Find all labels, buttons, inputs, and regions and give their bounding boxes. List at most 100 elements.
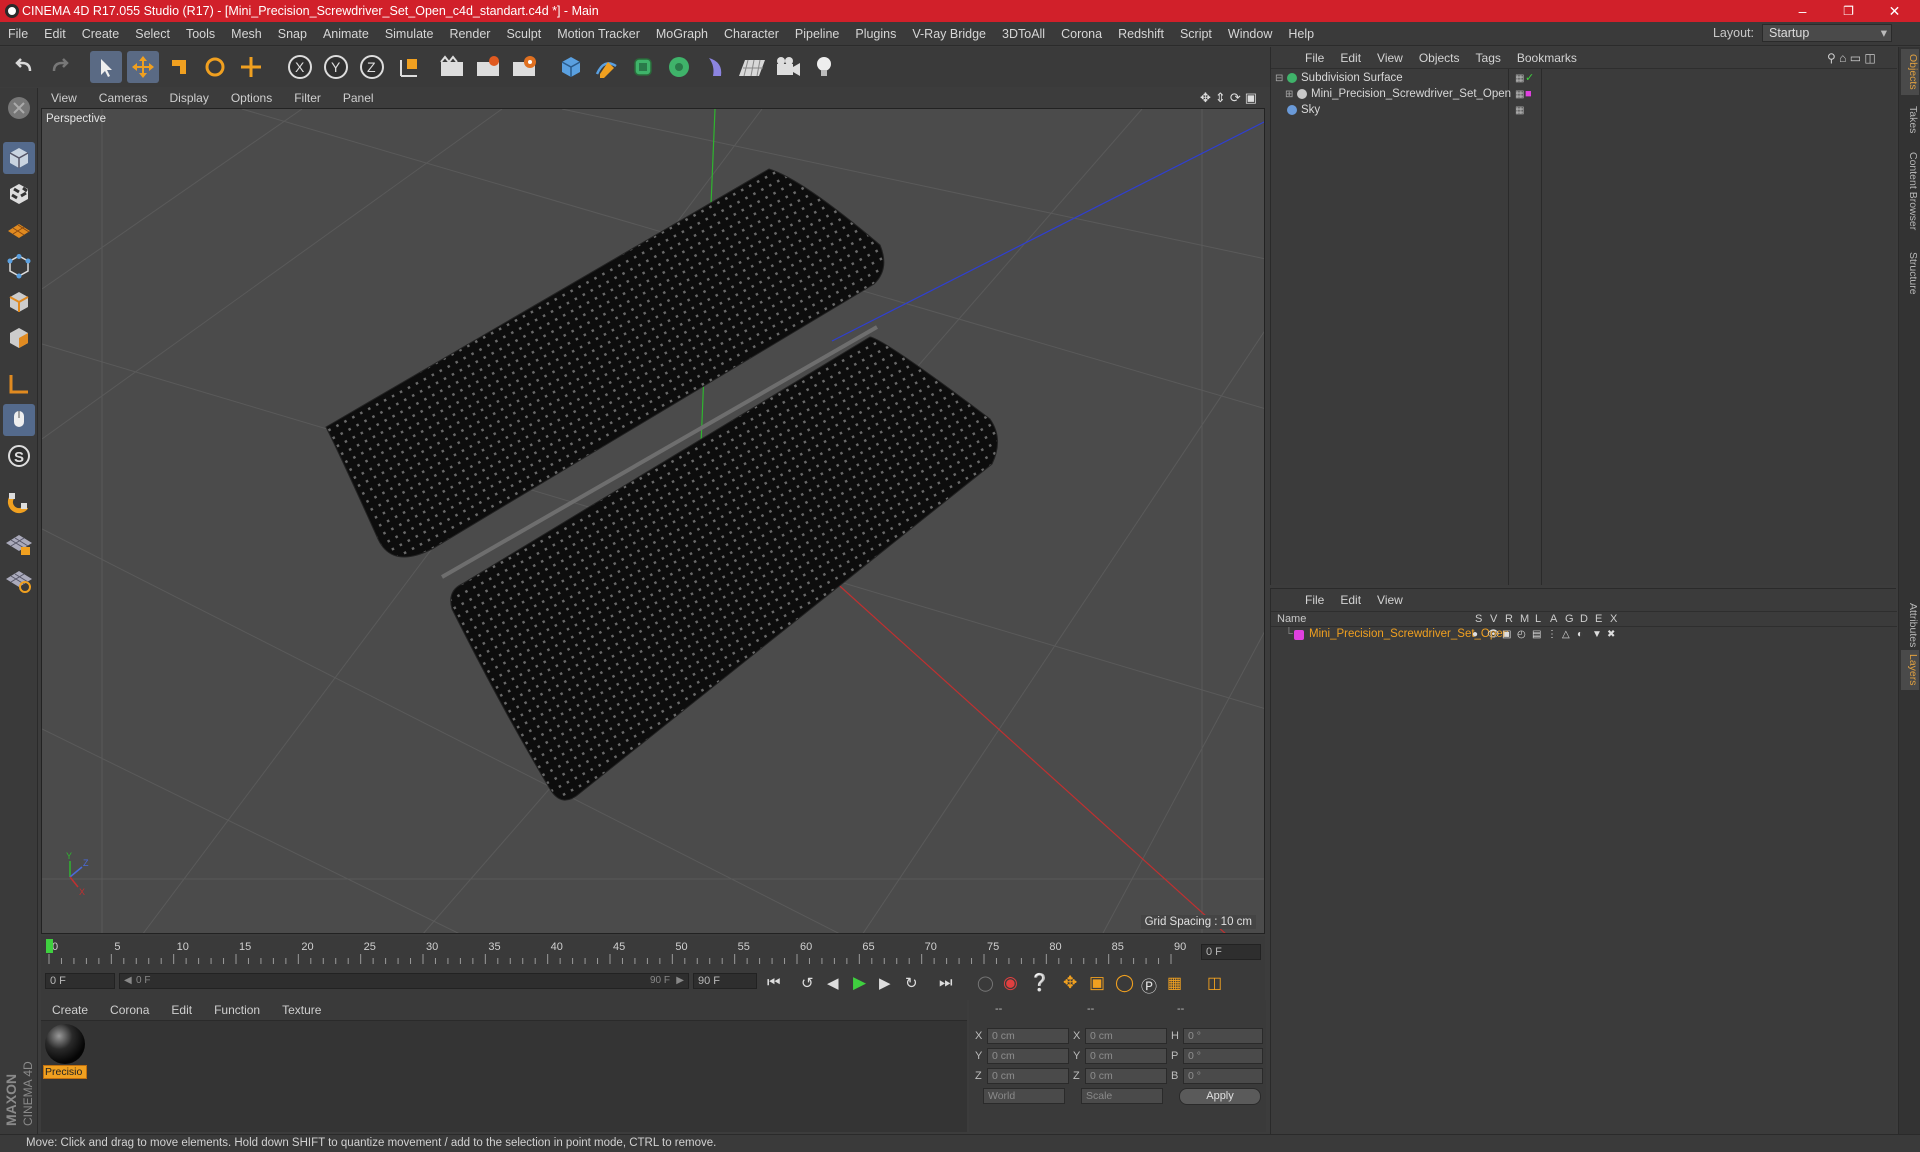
key-parameter-icon[interactable]: Ⓟ xyxy=(1141,973,1157,997)
search-icon[interactable]: ⚲ xyxy=(1827,51,1836,65)
menu-file[interactable]: File xyxy=(0,27,36,41)
viewport-menu-panel[interactable]: Panel xyxy=(332,91,385,105)
keyframe-help-icon[interactable]: ❔ xyxy=(1029,973,1050,993)
home-icon[interactable]: ⌂ xyxy=(1839,51,1846,65)
perspective-viewport[interactable]: Y Z X Perspective Grid Spacing : 10 cm xyxy=(41,108,1265,934)
menu-v-ray-bridge[interactable]: V-Ray Bridge xyxy=(904,27,994,41)
menu-window[interactable]: Window xyxy=(1220,27,1280,41)
move-tool[interactable] xyxy=(127,51,159,83)
cloner-icon[interactable] xyxy=(663,51,695,83)
menu-create[interactable]: Create xyxy=(74,27,128,41)
menu-help[interactable]: Help xyxy=(1280,27,1322,41)
autokey-icon[interactable]: ◉ xyxy=(1003,973,1018,993)
menu-simulate[interactable]: Simulate xyxy=(377,27,442,41)
position-x-field[interactable]: 0 cm xyxy=(987,1028,1069,1044)
spline-pen-icon[interactable] xyxy=(591,51,623,83)
menu-motion-tracker[interactable]: Motion Tracker xyxy=(549,27,648,41)
menu-3dtoall[interactable]: 3DToAll xyxy=(994,27,1053,41)
texture-mode-icon[interactable] xyxy=(3,178,35,210)
menu-script[interactable]: Script xyxy=(1172,27,1220,41)
timeline-window-icon[interactable]: ◫ xyxy=(1207,973,1222,993)
points-mode-icon[interactable] xyxy=(3,250,35,282)
manager-toggle-icon[interactable]: ◴ xyxy=(1517,629,1532,643)
scale-tool[interactable] xyxy=(163,51,195,83)
apply-button[interactable]: Apply xyxy=(1179,1088,1261,1105)
render-settings-icon[interactable] xyxy=(508,51,540,83)
subdivision-surface-icon[interactable] xyxy=(627,51,659,83)
object-menu-tags[interactable]: Tags xyxy=(1468,51,1509,65)
layer-menu-edit[interactable]: Edit xyxy=(1332,593,1369,607)
menu-redshift[interactable]: Redshift xyxy=(1110,27,1172,41)
rotation-b-field[interactable]: 0 ° xyxy=(1183,1068,1263,1084)
key-scale-icon[interactable]: ▣ xyxy=(1089,973,1105,993)
object-menu-bookmarks[interactable]: Bookmarks xyxy=(1509,51,1585,65)
coordinate-space-dropdown[interactable]: World xyxy=(983,1088,1065,1104)
redo-button[interactable] xyxy=(44,51,76,83)
render-view-icon[interactable] xyxy=(436,51,468,83)
layer-row[interactable]: └ Mini_Precision_Screwdriver_Set_Open ● … xyxy=(1271,627,1897,644)
viewport-menu-filter[interactable]: Filter xyxy=(283,91,332,105)
z-axis-lock[interactable]: Z xyxy=(356,51,388,83)
model-mode-icon[interactable] xyxy=(3,142,35,174)
menu-mograph[interactable]: MoGraph xyxy=(648,27,716,41)
menu-mesh[interactable]: Mesh xyxy=(223,27,270,41)
make-editable-icon[interactable] xyxy=(3,92,35,124)
lock-workplane-icon[interactable] xyxy=(3,528,35,560)
object-menu-view[interactable]: View xyxy=(1369,51,1411,65)
size-x-field[interactable]: 0 cm xyxy=(1085,1028,1167,1044)
polygons-mode-icon[interactable] xyxy=(3,322,35,354)
preview-range-slider[interactable]: ◀ 0 F 90 F ▶ xyxy=(119,973,689,989)
tab-attributes[interactable]: Attributes xyxy=(1901,592,1919,658)
layer-menu-view[interactable]: View xyxy=(1369,593,1411,607)
size-z-field[interactable]: 0 cm xyxy=(1085,1068,1167,1084)
live-selection-tool[interactable] xyxy=(90,51,122,83)
restore-button[interactable]: ❐ xyxy=(1826,0,1871,22)
visibility-dots-icon[interactable]: ▦ xyxy=(1515,101,1524,120)
next-keyframe-icon[interactable]: ↻ xyxy=(905,974,918,992)
magnet-icon[interactable] xyxy=(3,486,35,518)
camera-icon[interactable] xyxy=(772,51,804,83)
viewport-menu-options[interactable]: Options xyxy=(220,91,283,105)
menu-animate[interactable]: Animate xyxy=(315,27,377,41)
xref-toggle-icon[interactable]: ✖ xyxy=(1607,629,1622,643)
undo-button[interactable] xyxy=(8,51,40,83)
axis-mode-icon[interactable] xyxy=(3,368,35,400)
layout-dropdown[interactable]: Startup xyxy=(1762,24,1892,42)
tab-structure[interactable]: Structure xyxy=(1901,245,1919,301)
key-pla-icon[interactable]: ▦ xyxy=(1167,973,1182,993)
size-mode-dropdown[interactable]: Scale xyxy=(1081,1088,1163,1104)
menu-render[interactable]: Render xyxy=(441,27,498,41)
go-to-end-icon[interactable]: ⏭ xyxy=(939,974,953,991)
transform-tool[interactable] xyxy=(235,51,267,83)
material-menu-create[interactable]: Create xyxy=(41,1003,99,1017)
object-name[interactable]: Sky xyxy=(1301,101,1320,120)
next-frame-icon[interactable]: ▶ xyxy=(879,974,891,992)
menu-plugins[interactable]: Plugins xyxy=(847,27,904,41)
material-menu-edit[interactable]: Edit xyxy=(160,1003,203,1017)
pan-icon[interactable]: ✥ xyxy=(1200,90,1211,106)
cube-primitive-icon[interactable] xyxy=(555,51,587,83)
menu-edit[interactable]: Edit xyxy=(36,27,74,41)
minimize-button[interactable]: – xyxy=(1780,0,1825,22)
menu-corona[interactable]: Corona xyxy=(1053,27,1110,41)
light-icon[interactable] xyxy=(808,51,840,83)
object-menu-edit[interactable]: Edit xyxy=(1332,51,1369,65)
tab-objects[interactable]: Objects xyxy=(1901,49,1919,95)
previous-frame-icon[interactable]: ◀ xyxy=(827,974,839,992)
y-axis-lock[interactable]: Y xyxy=(320,51,352,83)
solo-toggle-icon[interactable]: ● xyxy=(1472,629,1487,643)
record-keys-icon[interactable]: ◯ xyxy=(977,974,994,992)
menu-tools[interactable]: Tools xyxy=(178,27,223,41)
start-frame-field[interactable]: 0 F xyxy=(45,973,115,989)
menu-pipeline[interactable]: Pipeline xyxy=(787,27,847,41)
expression-toggle-icon[interactable]: ▼ xyxy=(1592,629,1607,643)
expand-panel-icon[interactable]: ◫ xyxy=(1864,51,1875,65)
object-menu-objects[interactable]: Objects xyxy=(1411,51,1468,65)
object-row[interactable]: Sky ▦ xyxy=(1271,101,1897,120)
orbit-icon[interactable]: ⟳ xyxy=(1230,90,1241,106)
material-swatch[interactable]: Precisio xyxy=(43,1023,87,1079)
edges-mode-icon[interactable] xyxy=(3,286,35,318)
playhead-marker[interactable] xyxy=(46,939,53,953)
render-to-picture-viewer-icon[interactable] xyxy=(472,51,504,83)
close-button[interactable]: ✕ xyxy=(1872,0,1917,22)
